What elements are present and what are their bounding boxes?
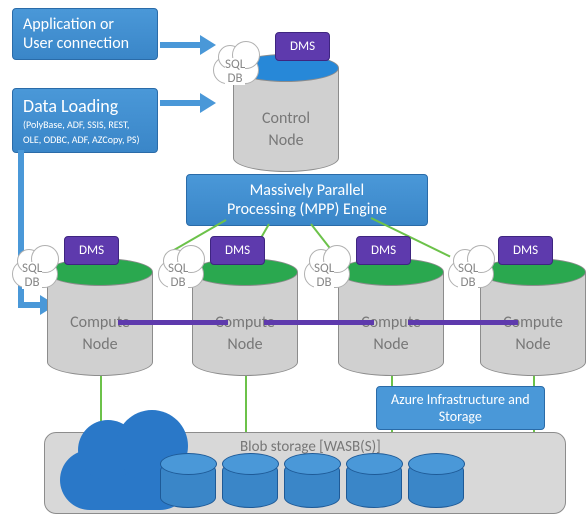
- compute-3-dms: DMS: [356, 236, 411, 265]
- line-c2-blob: [245, 376, 247, 438]
- compute-3-sql: SQLDB: [314, 262, 334, 289]
- purple-bus-3: [408, 320, 518, 325]
- blob-disk-3: [284, 460, 340, 508]
- compute-1-dms: DMS: [64, 236, 119, 265]
- mpp-engine-box: Massively ParallelProcessing (MPP) Engin…: [186, 174, 428, 226]
- app-connection-line1: Application or: [23, 15, 147, 34]
- compute-node-3-label: ComputeNode: [338, 312, 444, 355]
- compute-4-dms: DMS: [498, 236, 553, 265]
- azure-infra-box: Azure Infrastructure andStorage: [376, 386, 545, 430]
- control-dms-badge: DMS: [275, 32, 330, 61]
- arrow-app-to-control: [160, 42, 202, 48]
- app-connection-box: Application or User connection: [12, 8, 158, 60]
- architecture-diagram: Application or User connection Data Load…: [0, 0, 587, 520]
- compute-node-2: ComputeNode: [192, 258, 298, 376]
- data-loading-paren-l2: OLE, ODBC, ADF, AZCopy, PS): [23, 134, 147, 147]
- compute-node-2-label: ComputeNode: [192, 312, 298, 355]
- compute-node-1: ComputeNode: [47, 258, 153, 376]
- purple-bus-1: [118, 320, 228, 325]
- arrow-data-pipe-horiz: [18, 302, 42, 308]
- blob-disk-2: [222, 460, 278, 508]
- arrow-data-to-control: [160, 100, 202, 106]
- compute-2-sql: SQLDB: [168, 262, 188, 289]
- compute-1-sql: SQLDB: [22, 262, 42, 289]
- compute-node-1-label: ComputeNode: [47, 312, 153, 355]
- blob-disk-1: [160, 460, 216, 508]
- app-connection-line2: User connection: [23, 34, 147, 53]
- blob-disk-5: [408, 460, 464, 508]
- compute-4-sql: SQLDB: [458, 262, 478, 289]
- data-loading-title: Data Loading: [23, 95, 147, 117]
- purple-bus-2: [264, 320, 374, 325]
- data-loading-box: Data Loading (PolyBase, ADF, SSIS, REST,…: [12, 88, 158, 153]
- compute-2-dms: DMS: [210, 236, 265, 265]
- control-sql-label: SQLDB: [225, 58, 245, 85]
- data-loading-paren-l1: (PolyBase, ADF, SSIS, REST,: [23, 119, 147, 132]
- control-node-label: ControlNode: [233, 108, 339, 151]
- blob-disk-4: [346, 460, 402, 508]
- compute-node-4: ComputeNode: [480, 258, 586, 376]
- compute-node-3: ComputeNode: [338, 258, 444, 376]
- compute-node-4-label: ComputeNode: [480, 312, 586, 355]
